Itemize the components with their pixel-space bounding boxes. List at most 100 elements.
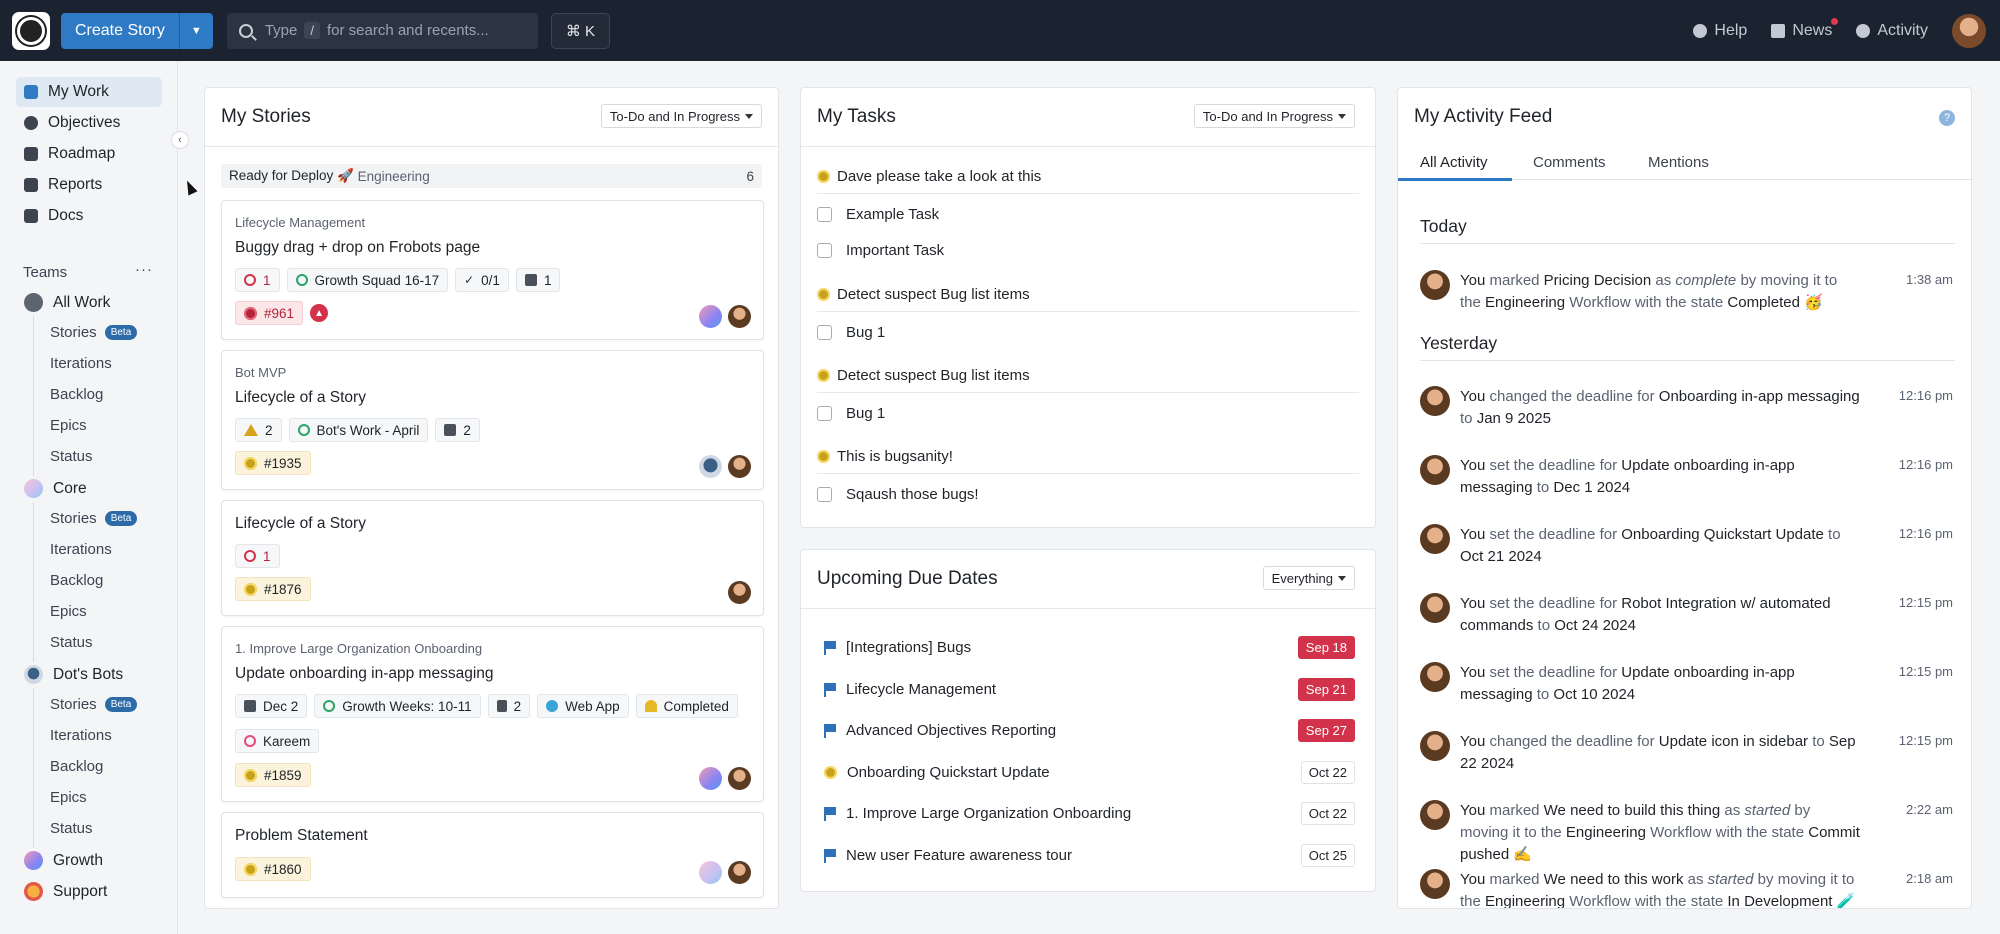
activity-item[interactable]: You set the deadline for Update onboardi… (1420, 662, 1953, 706)
story-card[interactable]: Lifecycle of a Story 1 #1876 (221, 500, 764, 616)
activity-item[interactable]: You set the deadline for Update onboardi… (1420, 455, 1953, 499)
product-area-chip[interactable]: Web App (537, 694, 629, 718)
app-logo[interactable] (12, 11, 50, 50)
story-epic[interactable]: Lifecycle Management (235, 215, 365, 230)
team-growth[interactable]: Growth (24, 851, 103, 870)
search-bar[interactable]: Type / for search and recents... (226, 12, 538, 49)
due-item[interactable]: 1. Improve Large Organization Onboarding… (824, 802, 1355, 825)
blocked-chip[interactable]: 1 (235, 268, 280, 292)
team-avatar[interactable] (699, 767, 722, 790)
nav-my-work[interactable]: My Work (16, 77, 162, 107)
activity-link[interactable]: Activity (1856, 22, 1928, 40)
help-icon[interactable]: ? (1939, 110, 1955, 126)
tab-mentions[interactable]: Mentions (1648, 154, 1709, 171)
task-story-group[interactable]: Dave please take a look at this (817, 168, 1359, 194)
nav-objectives[interactable]: Objectives (16, 108, 162, 138)
task-checkbox[interactable] (817, 243, 832, 258)
tab-all-activity[interactable]: All Activity (1420, 154, 1488, 171)
estimate-chip[interactable]: 2 (487, 694, 531, 718)
story-card[interactable]: Problem Statement #1860 (221, 812, 764, 898)
dots-bots-epics[interactable]: Epics (50, 789, 87, 806)
story-card[interactable]: Lifecycle Management Buggy drag + drop o… (221, 200, 764, 340)
story-card[interactable]: Bot MVP Lifecycle of a Story 2 Bot's Wor… (221, 350, 764, 490)
story-card[interactable]: 1. Improve Large Organization Onboarding… (221, 626, 764, 802)
nav-reports[interactable]: Reports (16, 170, 162, 200)
tasks-filter-dropdown[interactable]: To-Do and In Progress (1193, 104, 1355, 128)
deadline-chip[interactable]: Dec 2 (235, 694, 308, 718)
task-item[interactable]: Important Task (817, 242, 944, 259)
tab-comments[interactable]: Comments (1533, 154, 1606, 171)
docs-chip[interactable]: 2 (435, 418, 480, 442)
story-id-chip[interactable]: #1859 (235, 763, 311, 787)
story-epic[interactable]: 1. Improve Large Organization Onboarding (235, 641, 482, 656)
team-avatar[interactable] (699, 861, 722, 884)
owner-chip[interactable]: Kareem (235, 729, 320, 753)
stories-filter-dropdown[interactable]: To-Do and In Progress (600, 104, 762, 128)
nav-roadmap[interactable]: Roadmap (16, 139, 162, 169)
activity-item[interactable]: You changed the deadline for Onboarding … (1420, 386, 1953, 430)
owner-avatar[interactable] (728, 581, 751, 604)
activity-item[interactable]: You set the deadline for Onboarding Quic… (1420, 524, 1953, 568)
all-work-status[interactable]: Status (50, 448, 93, 465)
activity-item[interactable]: You marked We need to this work as start… (1420, 869, 1953, 908)
all-work-epics[interactable]: Epics (50, 417, 87, 434)
owner-avatar[interactable] (728, 861, 751, 884)
collapse-sidebar-button[interactable]: ‹ (171, 131, 189, 149)
nav-docs[interactable]: Docs (16, 201, 162, 231)
story-id-chip[interactable]: #1935 (235, 451, 311, 475)
core-backlog[interactable]: Backlog (50, 572, 103, 589)
activity-item[interactable]: You marked We need to build this thing a… (1420, 800, 1953, 866)
docs-chip[interactable]: 1 (515, 268, 561, 292)
user-avatar[interactable] (1952, 13, 1986, 48)
team-core[interactable]: Core (24, 479, 87, 498)
story-title[interactable]: Lifecycle of a Story (235, 389, 366, 407)
all-work-backlog[interactable]: Backlog (50, 386, 103, 403)
task-checkbox[interactable] (817, 487, 832, 502)
task-story-group[interactable]: This is bugsanity! (817, 448, 1359, 474)
all-work-iterations[interactable]: Iterations (50, 355, 112, 372)
create-story-options-caret[interactable]: ▼ (179, 12, 213, 49)
user-avatar[interactable] (1420, 386, 1450, 416)
iteration-chip[interactable]: Growth Weeks: 10-11 (314, 694, 481, 718)
create-story-button[interactable]: Create Story (61, 12, 180, 49)
due-item[interactable]: Onboarding Quickstart Update Oct 22 (824, 761, 1355, 784)
dots-bots-status[interactable]: Status (50, 820, 93, 837)
due-item[interactable]: Lifecycle Management Sep 21 (824, 678, 1355, 701)
task-story-group[interactable]: Detect suspect Bug list items (817, 367, 1359, 393)
story-id-chip[interactable]: #1876 (235, 577, 311, 601)
due-filter-dropdown[interactable]: Everything (1262, 566, 1355, 590)
story-title[interactable]: Buggy drag + drop on Frobots page (235, 239, 480, 257)
dots-bots-backlog[interactable]: Backlog (50, 758, 103, 775)
user-avatar[interactable] (1420, 731, 1450, 761)
due-item[interactable]: New user Feature awareness tour Oct 25 (824, 844, 1355, 867)
user-avatar[interactable] (1420, 593, 1450, 623)
activity-item[interactable]: You marked Pricing Decision as complete … (1420, 270, 1953, 314)
owner-avatar[interactable] (728, 455, 751, 478)
due-item[interactable]: Advanced Objectives Reporting Sep 27 (824, 719, 1355, 742)
news-link[interactable]: News (1771, 17, 1839, 40)
teams-more-button[interactable]: ··· (135, 261, 153, 278)
activity-item[interactable]: You set the deadline for Robot Integrati… (1420, 593, 1953, 637)
user-avatar[interactable] (1420, 270, 1450, 300)
story-id-chip[interactable]: #961 (235, 301, 304, 325)
dots-bots-stories[interactable]: Stories Beta (50, 696, 138, 713)
iteration-chip[interactable]: Growth Squad 16-17 (286, 268, 449, 292)
team-all-work[interactable]: All Work (24, 293, 110, 312)
owner-avatar[interactable] (728, 767, 751, 790)
story-title[interactable]: Lifecycle of a Story (235, 515, 366, 533)
help-link[interactable]: Help (1693, 22, 1747, 40)
story-title[interactable]: Update onboarding in-app messaging (235, 665, 494, 683)
task-checkbox[interactable] (817, 406, 832, 421)
command-palette-button[interactable]: ⌘ K (550, 12, 610, 49)
task-item[interactable]: Bug 1 (817, 324, 885, 341)
tasks-chip[interactable]: ✓ 0/1 (455, 268, 509, 292)
workflow-group-header[interactable]: Ready for Deploy 🚀 Engineering 6 (221, 164, 762, 188)
blocked-chip[interactable]: 1 (235, 544, 280, 568)
activity-item[interactable]: You changed the deadline for Update icon… (1420, 731, 1953, 775)
iteration-chip[interactable]: Bot's Work - April (288, 418, 429, 442)
due-item[interactable]: [Integrations] Bugs Sep 18 (824, 636, 1355, 659)
story-id-chip[interactable]: #1860 (235, 857, 311, 881)
user-avatar[interactable] (1420, 524, 1450, 554)
task-checkbox[interactable] (817, 325, 832, 340)
task-item[interactable]: Bug 1 (817, 405, 885, 422)
